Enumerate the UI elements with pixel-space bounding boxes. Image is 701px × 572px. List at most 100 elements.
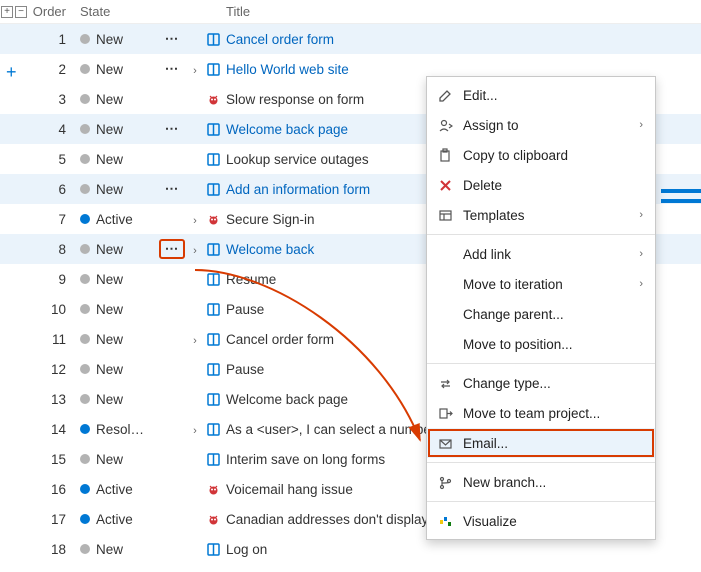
order-cell: 9 xyxy=(28,272,76,287)
title-cell[interactable]: Add an information form xyxy=(226,182,370,197)
header-title[interactable]: Title xyxy=(224,4,701,19)
state-dot-icon xyxy=(80,64,90,74)
bug-icon xyxy=(206,212,221,227)
order-cell: 5 xyxy=(28,152,76,167)
chevron-right-icon: › xyxy=(639,248,645,260)
state-label: Active xyxy=(96,482,133,497)
menu-item-edit[interactable]: Edit... xyxy=(427,80,655,110)
state-label: New xyxy=(96,62,123,77)
order-cell: 17 xyxy=(28,512,76,527)
menu-item-new-branch[interactable]: New branch... xyxy=(427,467,655,497)
state-label: New xyxy=(96,362,123,377)
visualize-icon xyxy=(437,514,453,529)
state-cell: Active xyxy=(76,482,156,497)
order-cell: 10 xyxy=(28,302,76,317)
state-dot-icon xyxy=(80,304,90,314)
expand-all-icon: + xyxy=(1,6,13,18)
state-cell: New xyxy=(76,92,156,107)
order-cell: 8 xyxy=(28,242,76,257)
state-label: New xyxy=(96,332,123,347)
title-cell: Welcome back page xyxy=(226,392,348,407)
row-more-button[interactable]: ⋯ xyxy=(161,61,184,77)
state-label: New xyxy=(96,542,123,557)
book-icon xyxy=(206,422,221,437)
menu-item-change-type[interactable]: Change type... xyxy=(427,368,655,398)
state-cell: New xyxy=(76,332,156,347)
menu-item-change-parent[interactable]: Change parent... xyxy=(427,299,655,329)
state-label: New xyxy=(96,32,123,47)
move-icon xyxy=(437,406,453,421)
state-dot-icon xyxy=(80,34,90,44)
template-icon xyxy=(437,208,453,223)
bug-icon xyxy=(206,92,221,107)
title-cell: As a <user>, I can select a numbe xyxy=(226,422,431,437)
chevron-right-icon: › xyxy=(639,278,645,290)
title-cell[interactable]: Welcome back xyxy=(226,242,314,257)
copy-icon xyxy=(437,148,453,163)
book-icon xyxy=(206,32,221,47)
menu-item-templates[interactable]: Templates› xyxy=(427,200,655,230)
title-cell: Voicemail hang issue xyxy=(226,482,353,497)
change-icon xyxy=(437,376,453,391)
menu-separator xyxy=(427,234,655,235)
menu-item-email[interactable]: Email... xyxy=(427,428,655,458)
order-cell: 13 xyxy=(28,392,76,407)
expand-collapse-all[interactable]: + − xyxy=(0,6,28,18)
menu-item-copy-to-clipboard[interactable]: Copy to clipboard xyxy=(427,140,655,170)
expand-toggle[interactable]: › xyxy=(193,335,197,347)
table-row[interactable]: 1New⋯Cancel order form xyxy=(0,24,701,54)
state-label: New xyxy=(96,152,123,167)
header-state[interactable]: State xyxy=(76,4,156,19)
header-order[interactable]: Order xyxy=(28,4,76,19)
state-label: New xyxy=(96,302,123,317)
menu-label: Copy to clipboard xyxy=(463,148,645,163)
state-dot-icon xyxy=(80,364,90,374)
title-cell[interactable]: Hello World web site xyxy=(226,62,349,77)
title-cell: Resume xyxy=(226,272,276,287)
state-label: New xyxy=(96,242,123,257)
state-label: Active xyxy=(96,512,133,527)
title-cell[interactable]: Cancel order form xyxy=(226,32,334,47)
menu-item-add-link[interactable]: Add link› xyxy=(427,239,655,269)
menu-item-move-to-position[interactable]: Move to position... xyxy=(427,329,655,359)
book-icon xyxy=(206,182,221,197)
expand-toggle[interactable]: › xyxy=(193,65,197,77)
edit-icon xyxy=(437,88,453,103)
add-row-button[interactable]: + xyxy=(6,62,17,83)
title-cell: Interim save on long forms xyxy=(226,452,385,467)
chevron-right-icon: › xyxy=(639,209,645,221)
state-cell: New xyxy=(76,152,156,167)
menu-separator xyxy=(427,363,655,364)
expand-toggle[interactable]: › xyxy=(193,425,197,437)
menu-item-move-to-team-project[interactable]: Move to team project... xyxy=(427,398,655,428)
state-dot-icon xyxy=(80,154,90,164)
book-icon xyxy=(206,392,221,407)
menu-item-delete[interactable]: Delete xyxy=(427,170,655,200)
drop-indicator xyxy=(661,199,701,203)
menu-item-visualize[interactable]: Visualize xyxy=(427,506,655,536)
book-icon xyxy=(206,332,221,347)
menu-item-move-to-iteration[interactable]: Move to iteration› xyxy=(427,269,655,299)
row-more-button[interactable]: ⋯ xyxy=(161,31,184,47)
title-cell[interactable]: Welcome back page xyxy=(226,122,348,137)
row-more-button[interactable]: ⋯ xyxy=(161,241,184,257)
expand-toggle[interactable]: › xyxy=(193,215,197,227)
state-label: New xyxy=(96,392,123,407)
title-cell: Log on xyxy=(226,542,267,557)
state-cell: New xyxy=(76,122,156,137)
state-dot-icon xyxy=(80,94,90,104)
delete-icon xyxy=(437,178,453,193)
state-cell: New xyxy=(76,242,156,257)
title-cell: Slow response on form xyxy=(226,92,364,107)
title-cell: Cancel order form xyxy=(226,332,334,347)
expand-toggle[interactable]: › xyxy=(193,245,197,257)
state-dot-icon xyxy=(80,334,90,344)
menu-item-assign-to[interactable]: Assign to› xyxy=(427,110,655,140)
state-cell: New xyxy=(76,272,156,287)
row-more-button[interactable]: ⋯ xyxy=(161,121,184,137)
order-cell: 15 xyxy=(28,452,76,467)
state-label: New xyxy=(96,272,123,287)
row-more-button[interactable]: ⋯ xyxy=(161,181,184,197)
state-label: New xyxy=(96,452,123,467)
state-cell: New xyxy=(76,392,156,407)
